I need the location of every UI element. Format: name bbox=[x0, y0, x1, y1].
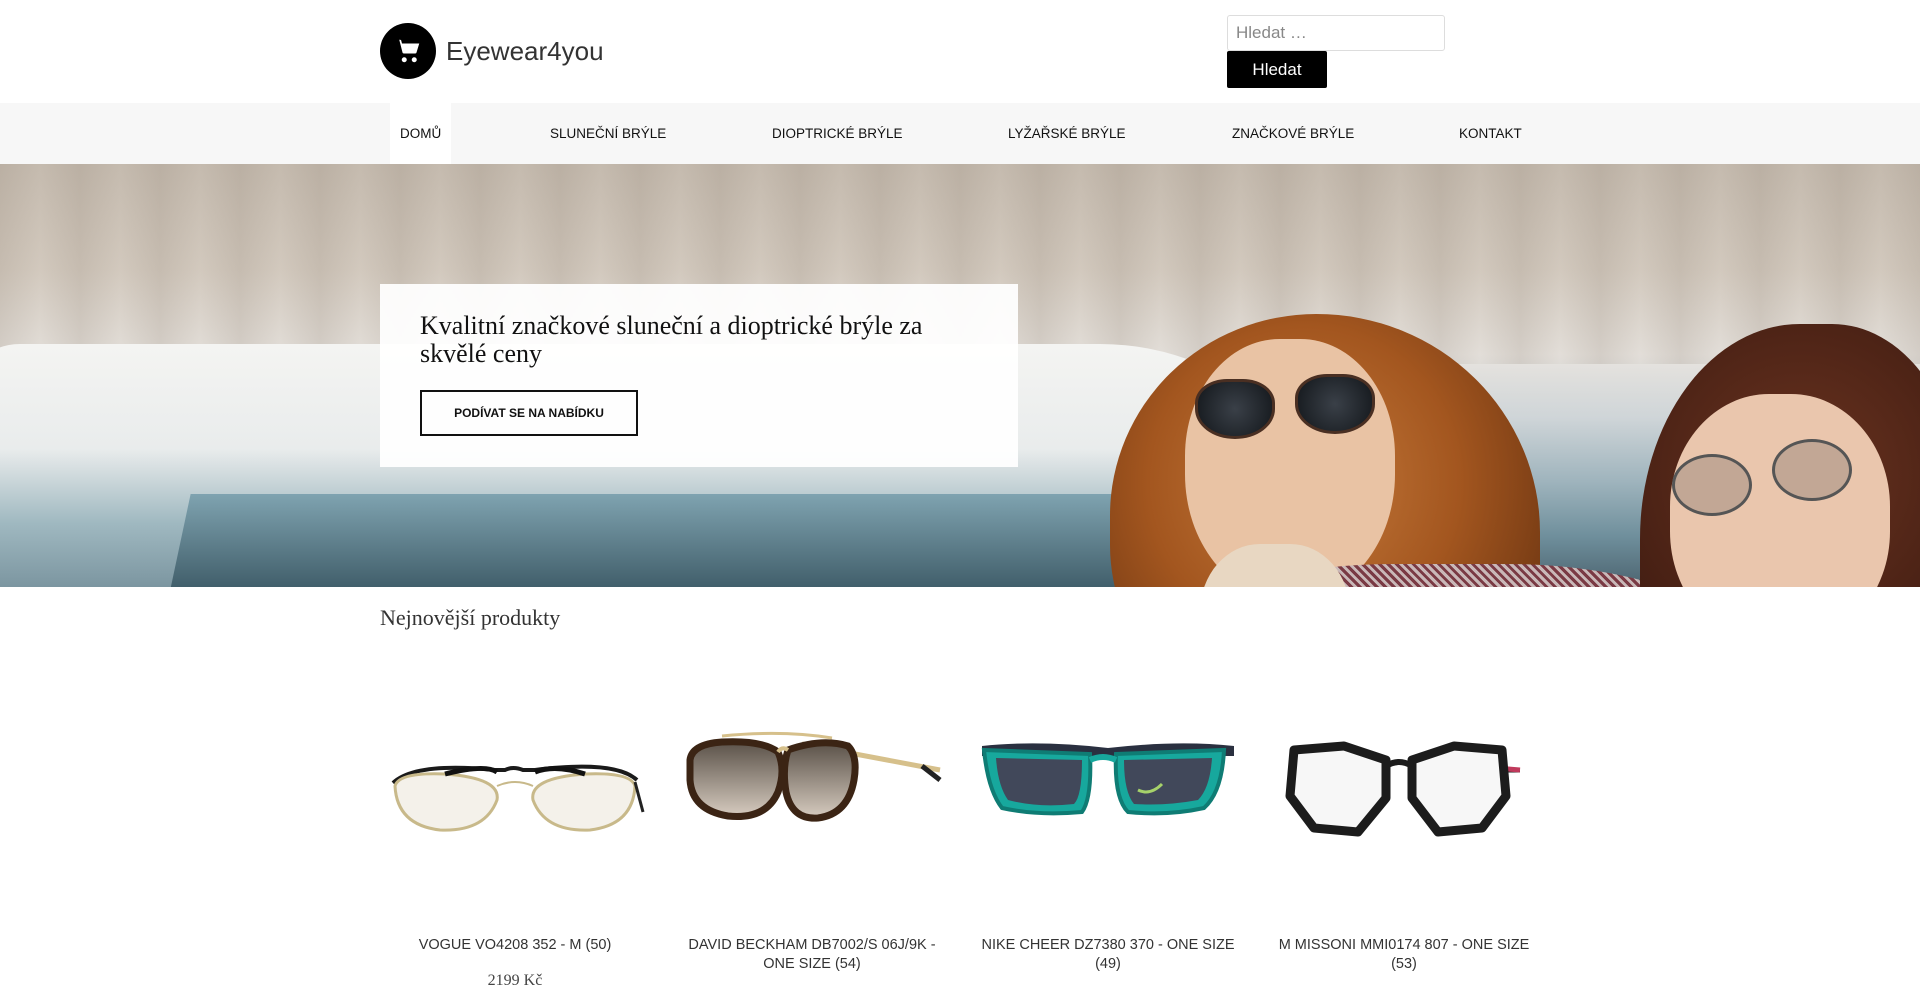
nav-item-home[interactable]: Domů bbox=[390, 103, 452, 164]
view-offer-button[interactable]: Podívat se na nabídku bbox=[420, 390, 638, 436]
glasses-lens-right bbox=[1772, 439, 1852, 501]
product-image[interactable] bbox=[978, 700, 1238, 890]
product-name[interactable]: M MISSONI MMI0174 807 - ONE SIZE (53) bbox=[1274, 936, 1534, 974]
product-name[interactable]: VOGUE VO4208 352 - M (50) bbox=[385, 936, 645, 955]
nav-item-brand-glasses[interactable]: Značkové brýle bbox=[1222, 103, 1364, 164]
nav-item-ski-goggles[interactable]: Lyžařské brýle bbox=[998, 103, 1136, 164]
product-name[interactable]: NIKE CHEER DZ7380 370 - ONE SIZE (49) bbox=[978, 936, 1238, 974]
product-image[interactable] bbox=[1274, 700, 1534, 890]
hero-heading: Kvalitní značkové sluneční a dioptrické … bbox=[420, 311, 923, 368]
product-card[interactable]: DAVID BECKHAM DB7002/S 06J/9K - ONE SIZE… bbox=[682, 700, 942, 993]
latest-products-title: Nejnovější produkty bbox=[380, 605, 561, 630]
product-image[interactable] bbox=[682, 700, 942, 890]
nav-item-contact[interactable]: Kontakt bbox=[1449, 103, 1532, 164]
nav-item-sunglasses[interactable]: Sluneční brýle bbox=[540, 103, 676, 164]
product-card[interactable]: VOGUE VO4208 352 - M (50) 2199 Kč bbox=[385, 700, 645, 993]
logo[interactable] bbox=[380, 23, 436, 79]
cart-icon bbox=[395, 39, 420, 63]
product-price: 2199 Kč bbox=[487, 972, 543, 989]
nav-item-prescription-glasses[interactable]: Dioptrické brýle bbox=[762, 103, 913, 164]
product-name[interactable]: DAVID BECKHAM DB7002/S 06J/9K - ONE SIZE… bbox=[682, 936, 942, 974]
sunglasses-lens-left bbox=[1195, 379, 1275, 439]
hero-car-window bbox=[169, 494, 1191, 587]
product-image[interactable] bbox=[385, 700, 645, 890]
site-title[interactable]: Eyewear4you bbox=[446, 36, 604, 67]
product-card[interactable]: NIKE CHEER DZ7380 370 - ONE SIZE (49) bbox=[978, 700, 1238, 993]
search-input[interactable] bbox=[1227, 15, 1445, 51]
product-card[interactable]: M MISSONI MMI0174 807 - ONE SIZE (53) bbox=[1274, 700, 1534, 993]
search-button[interactable]: Hledat bbox=[1227, 51, 1327, 88]
site-header: Eyewear4you Hledat bbox=[0, 0, 1920, 103]
main-nav: Domů Sluneční brýle Dioptrické brýle Lyž… bbox=[0, 103, 1920, 164]
sunglasses-lens-right bbox=[1295, 374, 1375, 434]
glasses-lens-left bbox=[1672, 454, 1752, 516]
